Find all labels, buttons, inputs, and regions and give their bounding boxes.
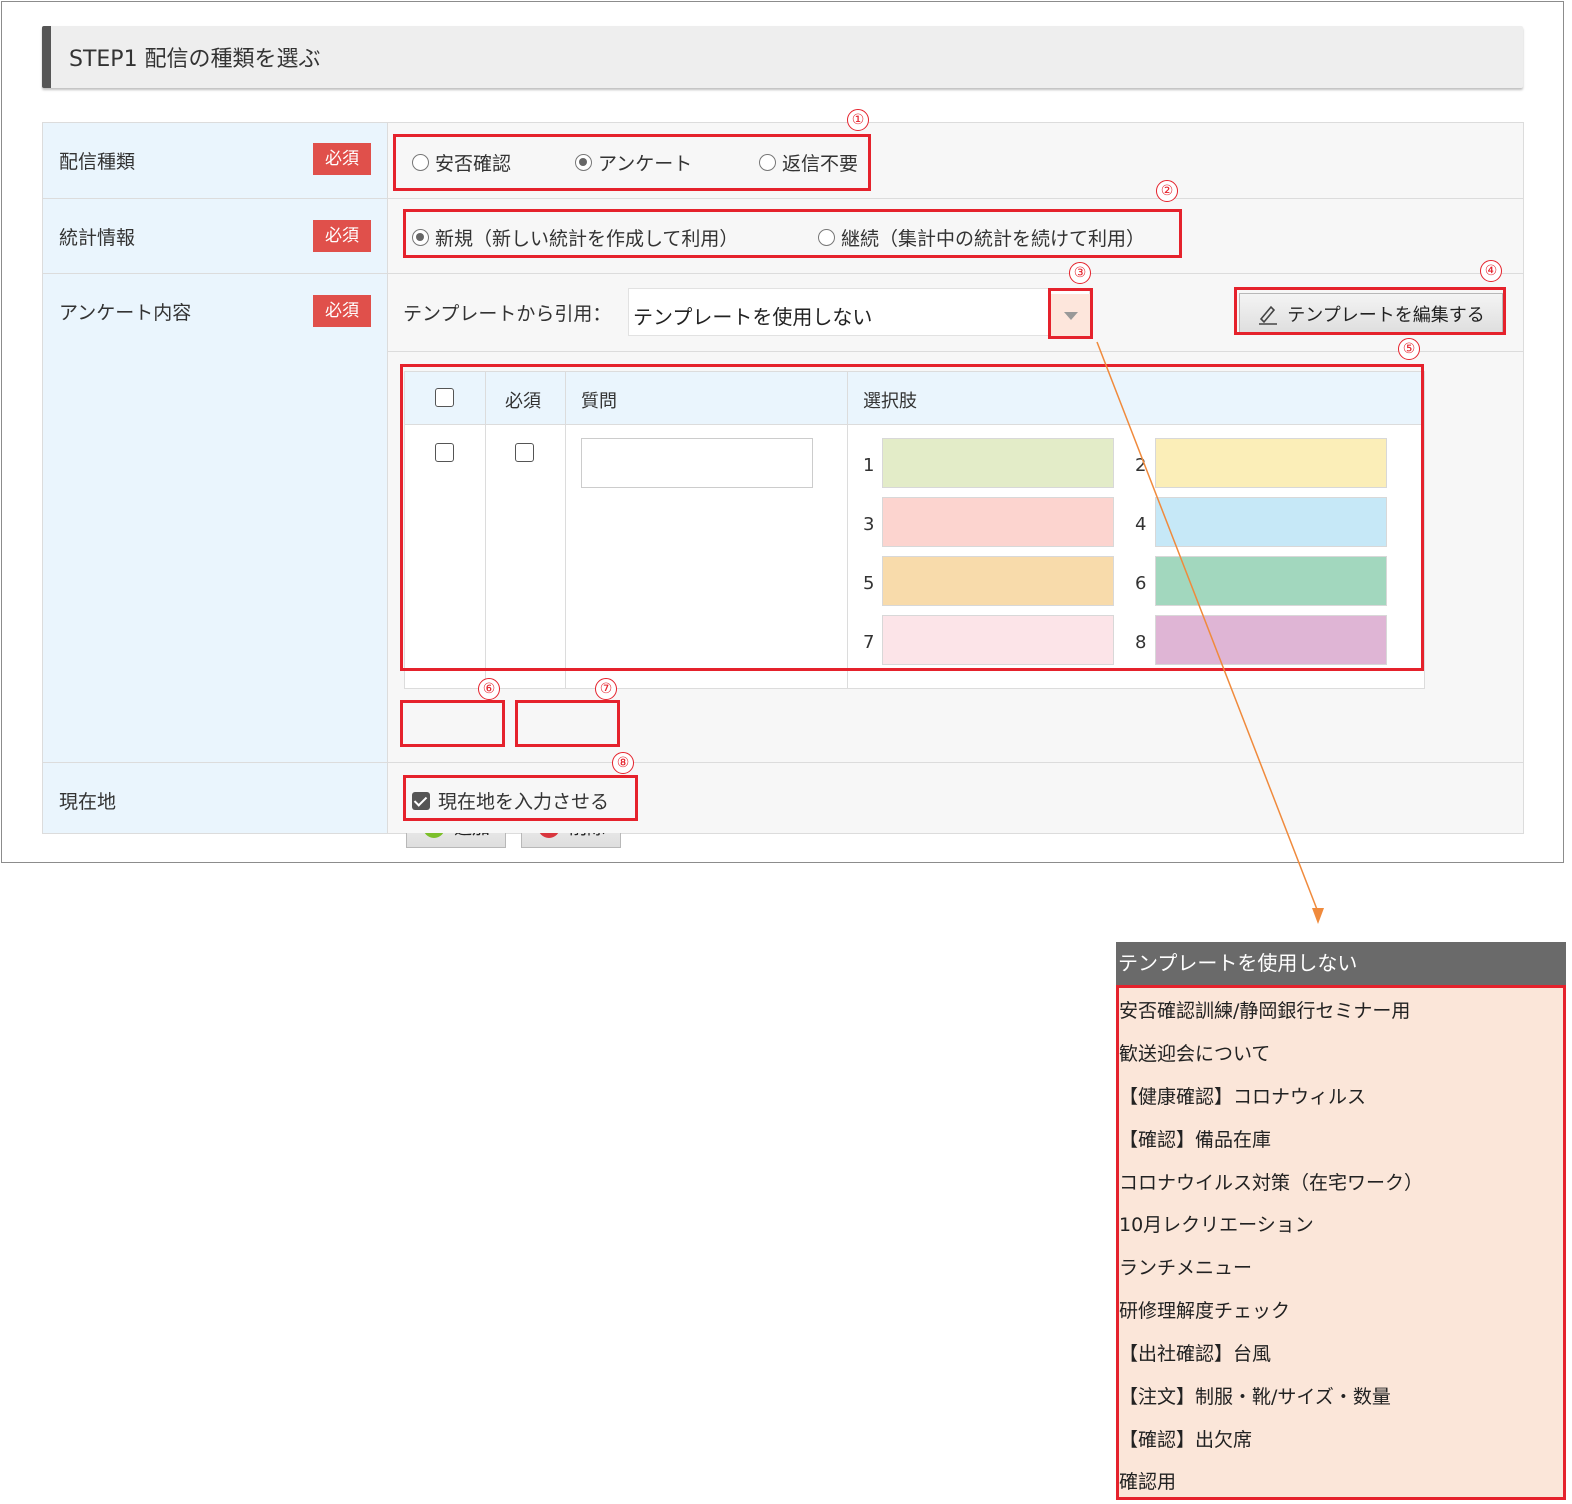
dropdown-option[interactable]: 確認用 [1119, 1467, 1176, 1494]
dropdown-options: 安否確認訓練/静岡銀行セミナー用 歓送迎会について 【健康確認】コロナウィルス … [1116, 985, 1566, 1500]
dropdown-option[interactable]: 10月レクリエーション [1119, 1210, 1314, 1237]
dropdown-option[interactable]: 歓送迎会について [1119, 1039, 1270, 1066]
dropdown-option[interactable]: 安否確認訓練/静岡銀行セミナー用 [1119, 996, 1410, 1023]
dropdown-option[interactable]: 【確認】備品在庫 [1119, 1125, 1271, 1152]
template-dropdown-list: テンプレートを使用しない 安否確認訓練/静岡銀行セミナー用 歓送迎会について 【… [1116, 942, 1566, 1500]
dropdown-option[interactable]: 研修理解度チェック [1119, 1296, 1290, 1323]
dropdown-option[interactable]: 【確認】出欠席 [1119, 1425, 1252, 1452]
dropdown-selected-option[interactable]: テンプレートを使用しない [1116, 942, 1566, 985]
dropdown-option[interactable]: ランチメニュー [1119, 1253, 1252, 1280]
dropdown-option[interactable]: 【注文】制服・靴/サイズ・数量 [1119, 1382, 1391, 1409]
dropdown-option[interactable]: 【出社確認】台風 [1119, 1339, 1271, 1366]
dropdown-option[interactable]: 【健康確認】コロナウィルス [1119, 1082, 1366, 1109]
dropdown-option[interactable]: コロナウイルス対策（在宅ワーク） [1119, 1168, 1423, 1195]
